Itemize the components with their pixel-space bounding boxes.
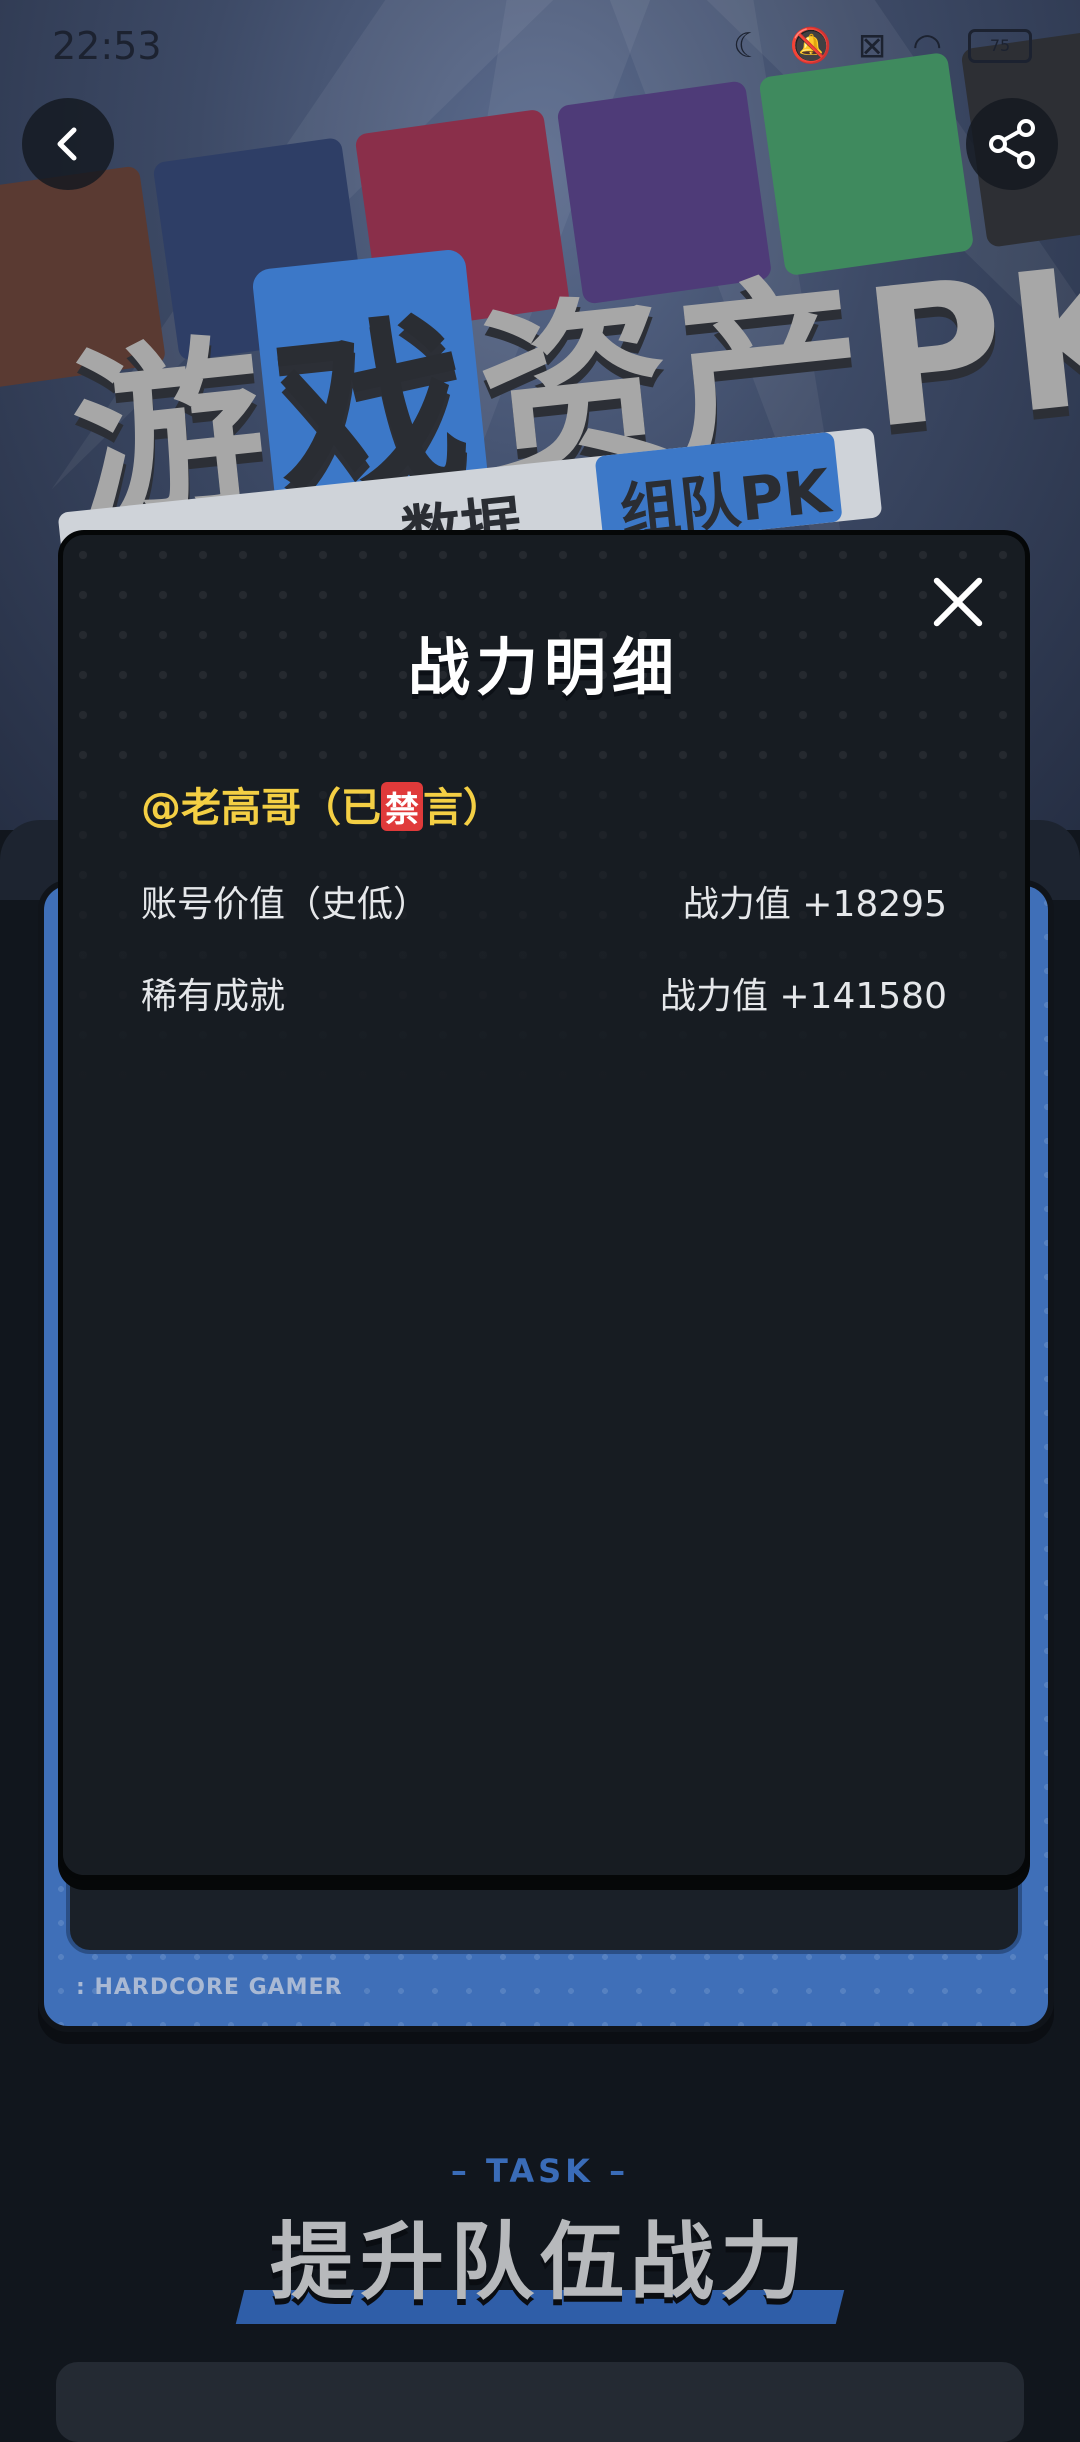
detail-label: 稀有成就 <box>141 976 286 1017</box>
share-button[interactable] <box>966 98 1058 190</box>
power-detail-modal: 战力明细 @老高哥（已禁言） 账号价值（史低） 战力值 +18295 稀有成就 … <box>58 530 1030 1880</box>
share-icon <box>989 119 1035 169</box>
bell-off-icon: 🔕 <box>789 26 832 66</box>
detail-value: 战力值 +18295 <box>682 884 947 925</box>
task-tag: – TASK – <box>450 2152 630 2190</box>
hardcore-gamer-tag: : HARDCORE GAMER <box>76 1975 343 2000</box>
wifi-icon: ◠ <box>912 26 942 66</box>
chevron-left-icon <box>57 127 77 161</box>
detail-row: 账号价值（史低） 战力值 +18295 <box>141 875 947 925</box>
back-button[interactable] <box>22 98 114 190</box>
detail-value: 战力值 +141580 <box>659 976 947 1017</box>
battery-icon: 75 <box>968 29 1032 63</box>
username: @老高哥（已禁言） <box>141 775 503 833</box>
detail-row: 稀有成就 战力值 +141580 <box>141 967 947 1017</box>
ban-badge: 禁 <box>381 782 423 831</box>
detail-label: 账号价值（史低） <box>141 884 430 925</box>
task-title: 提升队伍战力 <box>270 2195 810 2316</box>
modal-title: 战力明细 <box>384 617 704 707</box>
moon-icon: ☾ <box>733 26 764 66</box>
status-bar: 22:53 ☾ 🔕 ⊠ ◠ 75 <box>0 0 1080 96</box>
task-card[interactable] <box>56 2362 1024 2442</box>
sim-off-icon: ⊠ <box>857 26 887 66</box>
status-time: 22:53 <box>52 24 162 68</box>
